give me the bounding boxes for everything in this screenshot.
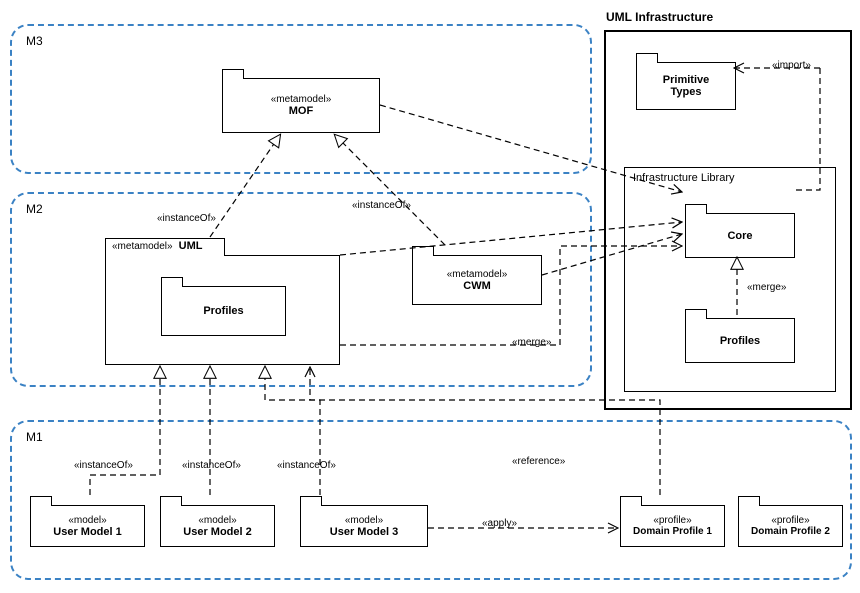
label-instanceof-cwm-mof: «instanceOf» [350, 200, 413, 211]
pkg-primitive-types: Primitive Types [636, 62, 736, 110]
pkg-uml: «metamodel» UML Profiles [105, 255, 340, 365]
label-merge-infra: «merge» [745, 282, 788, 293]
pkg-mof: «metamodel» MOF [222, 78, 380, 133]
label-apply: «apply» [480, 518, 519, 529]
pkg-uml-profiles-name: Profiles [203, 305, 243, 317]
pkg-cwm-stereo: «metamodel» [447, 269, 508, 280]
pkg-uml-name: UML [179, 240, 203, 252]
pkg-uml-stereo: «metamodel» [112, 241, 173, 252]
layer-m2-label: M2 [26, 202, 43, 216]
pkg-infra-profiles-name: Profiles [720, 335, 760, 347]
diagram-stage: M3 M2 M1 UML Infrastructure Primitive Ty… [0, 0, 860, 593]
pkg-infra-profiles: Profiles [685, 318, 795, 363]
label-import: «import» [770, 60, 813, 71]
label-merge-uml-profiles: «merge» [510, 337, 553, 348]
pkg-primitive-types-name: Primitive Types [663, 74, 709, 98]
pkg-domain-profile-2: «profile»Domain Profile 2 [738, 505, 843, 547]
label-instanceof-um2: «instanceOf» [180, 460, 243, 471]
label-instanceof-um1: «instanceOf» [72, 460, 135, 471]
pkg-uml-profiles: Profiles [161, 286, 286, 336]
pkg-mof-name: MOF [289, 105, 313, 117]
label-instanceof-um3: «instanceOf» [275, 460, 338, 471]
pkg-user-model-2: «model»User Model 2 [160, 505, 275, 547]
infrastructure-library: Infrastructure Library Core Profiles [624, 167, 836, 392]
uml-infrastructure: UML Infrastructure Primitive Types Infra… [604, 30, 852, 410]
layer-m3-label: M3 [26, 34, 43, 48]
uml-infrastructure-title: UML Infrastructure [606, 10, 713, 24]
layer-m1: M1 [10, 420, 852, 580]
label-instanceof-uml-mof: «instanceOf» [155, 213, 218, 224]
pkg-core: Core [685, 213, 795, 258]
layer-m1-label: M1 [26, 430, 43, 444]
infrastructure-library-title: Infrastructure Library [633, 172, 734, 184]
pkg-core-name: Core [727, 230, 752, 242]
pkg-user-model-3: «model»User Model 3 [300, 505, 428, 547]
pkg-mof-stereo: «metamodel» [271, 94, 332, 105]
pkg-user-model-1: «model»User Model 1 [30, 505, 145, 547]
pkg-cwm-name: CWM [463, 280, 491, 292]
pkg-cwm: «metamodel» CWM [412, 255, 542, 305]
pkg-domain-profile-1: «profile»Domain Profile 1 [620, 505, 725, 547]
label-reference: «reference» [510, 456, 567, 467]
